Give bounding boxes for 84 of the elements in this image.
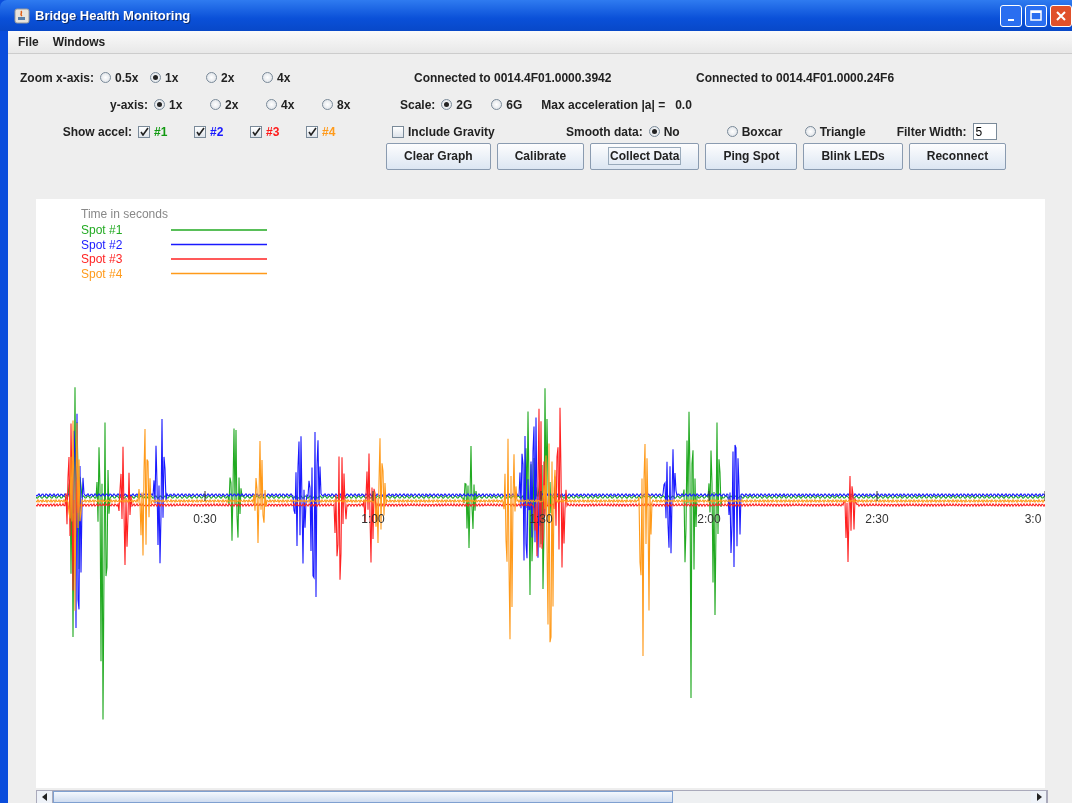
radio-button[interactable] bbox=[210, 99, 221, 110]
radio-label: 4x bbox=[277, 70, 291, 85]
smooth-data-label: Smooth data: bbox=[566, 124, 643, 139]
menu-item[interactable]: File bbox=[18, 35, 39, 49]
maximize-icon bbox=[1030, 9, 1042, 22]
max-acceleration-label: Max acceleration |a| = bbox=[541, 97, 666, 112]
radio-label: 2x bbox=[225, 97, 239, 112]
radio-label: 2x bbox=[221, 70, 235, 85]
horizontal-scrollbar[interactable] bbox=[36, 790, 1048, 803]
radio-label: Triangle bbox=[819, 124, 866, 139]
radio-button[interactable] bbox=[206, 72, 217, 83]
radio-label: 8x bbox=[337, 97, 351, 112]
filter-width-field[interactable]: 5 bbox=[972, 123, 997, 140]
tick-mark bbox=[876, 490, 878, 502]
maximize-button[interactable] bbox=[1025, 4, 1047, 27]
time-tick-label: 0:30 bbox=[193, 512, 217, 527]
checkbox[interactable] bbox=[250, 125, 262, 138]
radio-button[interactable] bbox=[262, 72, 273, 83]
window-title: Bridge Health Monitoring bbox=[35, 8, 191, 23]
left-arrow-icon bbox=[41, 793, 48, 801]
minimize-button[interactable] bbox=[1000, 4, 1022, 27]
menu-item[interactable]: Windows bbox=[52, 35, 106, 49]
connection-status: Connected to 0014.4F01.0000.24F6 bbox=[696, 70, 895, 85]
checkbox[interactable] bbox=[138, 125, 150, 138]
radio-button[interactable] bbox=[648, 126, 660, 137]
tick-mark bbox=[204, 490, 206, 502]
connection-status: Connected to 0014.4F01.0000.3942 bbox=[414, 70, 613, 85]
show-accel-label: Show accel: bbox=[61, 124, 132, 139]
legend-label: Spot #1 bbox=[81, 223, 123, 238]
action-button[interactable]: Clear Graph bbox=[386, 142, 491, 170]
checkbox[interactable] bbox=[306, 125, 318, 138]
time-tick-label: 3:0 bbox=[1024, 512, 1042, 527]
radio-label: 2G bbox=[456, 97, 473, 112]
radio-button[interactable] bbox=[726, 126, 738, 137]
radio-button[interactable] bbox=[150, 72, 161, 83]
action-button[interactable]: Calibrate bbox=[496, 142, 585, 170]
minimize-icon bbox=[1008, 18, 1014, 21]
zoom-x-label: Zoom x-axis: bbox=[20, 70, 94, 85]
action-button[interactable]: Collect Data bbox=[590, 142, 700, 170]
radio-label: Boxcar bbox=[741, 124, 783, 139]
action-button[interactable]: Ping Spot bbox=[705, 142, 798, 170]
action-button[interactable]: Blink LEDs bbox=[803, 142, 903, 170]
scroll-left-button[interactable] bbox=[37, 791, 53, 803]
radio-button[interactable] bbox=[100, 72, 111, 83]
close-icon bbox=[1055, 9, 1067, 22]
action-button[interactable]: Reconnect bbox=[908, 142, 1007, 170]
checkbox-label: Include Gravity bbox=[408, 124, 495, 139]
checkbox-label: #1 bbox=[154, 124, 168, 139]
tick-mark bbox=[540, 490, 542, 502]
legend-label: Spot #2 bbox=[81, 237, 123, 252]
checkbox-label: #3 bbox=[266, 124, 280, 139]
right-arrow-icon bbox=[1035, 793, 1042, 801]
radio-button[interactable] bbox=[491, 99, 503, 110]
radio-label: 1x bbox=[169, 97, 183, 112]
radio-button[interactable] bbox=[441, 99, 453, 110]
scroll-right-button[interactable] bbox=[1031, 791, 1047, 803]
checkbox[interactable] bbox=[392, 125, 404, 138]
cup-icon bbox=[14, 7, 30, 24]
radio-label: No bbox=[663, 124, 680, 139]
axis-title: Time in seconds bbox=[81, 207, 168, 222]
radio-label: 1x bbox=[165, 70, 179, 85]
radio-button[interactable] bbox=[266, 99, 277, 110]
scale-label: Scale: bbox=[400, 97, 436, 112]
time-tick-label: 1:00 bbox=[361, 512, 385, 527]
checkbox-label: #2 bbox=[210, 124, 224, 139]
filter-width-label: Filter Width: bbox=[896, 124, 967, 139]
checkbox[interactable] bbox=[194, 125, 206, 138]
tick-mark bbox=[1044, 490, 1045, 502]
tick-mark bbox=[372, 490, 374, 502]
close-button[interactable] bbox=[1050, 4, 1072, 27]
legend-label: Spot #4 bbox=[81, 266, 123, 281]
radio-button[interactable] bbox=[154, 99, 165, 110]
scrollbar-thumb[interactable] bbox=[53, 791, 673, 803]
radio-label: 6G bbox=[506, 97, 523, 112]
time-tick-label: 2:30 bbox=[865, 512, 889, 527]
radio-button[interactable] bbox=[804, 126, 816, 137]
radio-button[interactable] bbox=[322, 99, 333, 110]
radio-label: 4x bbox=[281, 97, 295, 112]
y-axis-label: y-axis: bbox=[108, 97, 148, 112]
max-acceleration-value: 0.0 bbox=[675, 97, 692, 112]
radio-label: 0.5x bbox=[115, 70, 139, 85]
legend-label: Spot #3 bbox=[81, 252, 123, 267]
checkbox-label: #4 bbox=[322, 124, 336, 139]
tick-mark bbox=[708, 490, 710, 502]
